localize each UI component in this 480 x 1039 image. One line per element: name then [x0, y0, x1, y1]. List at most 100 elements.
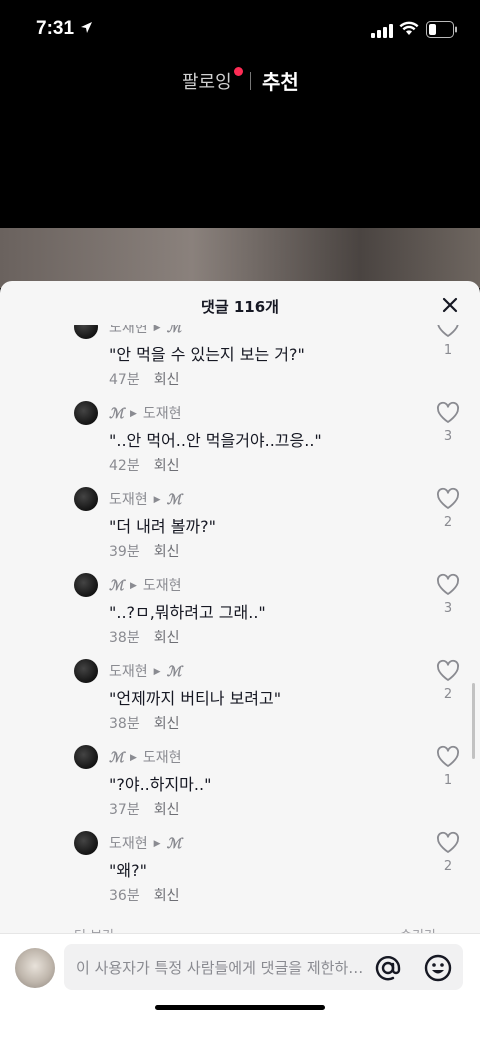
reply-button[interactable]: 회신 [154, 716, 180, 732]
like-count: 1 [443, 343, 453, 358]
tab-for-you[interactable]: 추천 [262, 66, 299, 95]
reply-to-user[interactable]: ℳ [167, 325, 182, 336]
like-count: 2 [443, 859, 453, 874]
tab-following[interactable]: 팔로잉 [182, 68, 232, 94]
reply-to-user[interactable]: ℳ [167, 836, 182, 852]
reply-button[interactable]: 회신 [154, 544, 180, 560]
comment-item[interactable]: 도재현 ▶ ℳ "왜?" 36분 회신 2 [0, 831, 480, 917]
comment-meta: 도재현 ▶ ℳ [109, 489, 182, 509]
comment-meta: ℳ ▶ 도재현 [109, 747, 182, 767]
reply-button[interactable]: 회신 [154, 888, 180, 904]
heart-icon[interactable] [436, 325, 460, 339]
avatar[interactable] [15, 948, 55, 988]
reply-arrow-icon: ▶ [129, 409, 137, 419]
like-button[interactable]: 3 [436, 573, 460, 616]
reply-to-user[interactable]: ℳ [167, 664, 182, 680]
reply-to-user[interactable]: 도재현 [143, 750, 182, 766]
like-count: 1 [443, 773, 453, 788]
reply-to-user[interactable]: 도재현 [143, 406, 182, 422]
comment-footer: 37분 회신 [109, 799, 179, 819]
heart-icon[interactable] [436, 487, 460, 511]
comment-time: 37분 [109, 802, 140, 818]
comment-author[interactable]: ℳ [109, 406, 124, 422]
comment-meta: ℳ ▶ 도재현 [109, 403, 182, 423]
reply-arrow-icon: ▶ [153, 667, 161, 677]
reply-button[interactable]: 회신 [154, 458, 180, 474]
comment-time: 38분 [109, 716, 140, 732]
avatar[interactable] [74, 573, 98, 597]
top-nav: 팔로잉 추천 [0, 66, 480, 96]
comment-item[interactable]: ℳ ▶ 도재현 "..?ㅁ,뭐하려고 그래.." 38분 회신 3 [0, 573, 480, 659]
comment-meta: 도재현 ▶ ℳ [109, 661, 182, 681]
comments-sheet: 댓글 116개 도재현 ▶ ℳ "안 먹을 수 있는지 보는 거?" 47분 회신 1 ℳ ▶ 도… [0, 281, 480, 1039]
nav-divider [250, 72, 251, 90]
comment-author[interactable]: 도재현 [109, 492, 148, 508]
status-bar: 7:31 [0, 0, 480, 60]
like-button[interactable]: 2 [436, 659, 460, 702]
live-indicator-dot [234, 67, 243, 76]
comment-item[interactable]: 도재현 ▶ ℳ "더 내려 볼까?" 39분 회신 2 [0, 487, 480, 573]
mention-at-icon[interactable] [374, 954, 402, 982]
comment-input-bar: 이 사용자가 특정 사람들에게 댓글을 제한하고 있습니다 [0, 933, 480, 1039]
comment-time: 42분 [109, 458, 140, 474]
comment-footer: 38분 회신 [109, 627, 179, 647]
comment-author[interactable]: 도재현 [109, 836, 148, 852]
avatar[interactable] [74, 487, 98, 511]
comment-time: 38분 [109, 630, 140, 646]
emoji-icon[interactable] [424, 954, 452, 982]
sheet-header: 댓글 116개 [0, 281, 480, 329]
video-background[interactable] [0, 228, 480, 288]
comment-item[interactable]: ℳ ▶ 도재현 "..안 먹어..안 먹을거야..끄응.." 42분 회신 3 [0, 401, 480, 487]
reply-arrow-icon: ▶ [153, 495, 161, 505]
comment-footer: 47분 회신 [109, 369, 179, 389]
reply-button[interactable]: 회신 [154, 630, 180, 646]
heart-icon[interactable] [436, 573, 460, 597]
comment-time: 47분 [109, 372, 140, 388]
comment-item[interactable]: 도재현 ▶ ℳ "안 먹을 수 있는지 보는 거?" 47분 회신 1 [0, 325, 480, 401]
comment-text: "안 먹을 수 있는지 보는 거?" [109, 345, 305, 364]
heart-icon[interactable] [436, 401, 460, 425]
avatar[interactable] [74, 659, 98, 683]
comment-input[interactable]: 이 사용자가 특정 사람들에게 댓글을 제한하고 있습니다 [64, 944, 463, 990]
comment-text: "언제까지 버티나 보려고" [109, 689, 282, 708]
like-button[interactable]: 3 [436, 401, 460, 444]
avatar[interactable] [74, 325, 98, 339]
comment-author[interactable]: ℳ [109, 750, 124, 766]
close-icon[interactable] [440, 295, 460, 315]
comments-count-title: 댓글 116개 [201, 298, 279, 316]
comment-author[interactable]: ℳ [109, 578, 124, 594]
heart-icon[interactable] [436, 659, 460, 683]
avatar[interactable] [74, 745, 98, 769]
avatar[interactable] [74, 831, 98, 855]
comment-author[interactable]: 도재현 [109, 325, 148, 336]
reply-button[interactable]: 회신 [154, 372, 180, 388]
comment-item[interactable]: 도재현 ▶ ℳ "언제까지 버티나 보려고" 38분 회신 2 [0, 659, 480, 745]
like-button[interactable]: 1 [436, 745, 460, 788]
avatar[interactable] [74, 401, 98, 425]
comment-text: "..?ㅁ,뭐하려고 그래.." [109, 603, 266, 622]
reply-arrow-icon: ▶ [153, 839, 161, 849]
comment-text: "더 내려 볼까?" [109, 517, 216, 536]
reply-button[interactable]: 회신 [154, 802, 180, 818]
like-count: 2 [443, 687, 453, 702]
comment-meta: 도재현 ▶ ℳ [109, 325, 182, 337]
like-count: 2 [443, 515, 453, 530]
like-button[interactable]: 2 [436, 487, 460, 530]
comment-author[interactable]: 도재현 [109, 664, 148, 680]
reply-arrow-icon: ▶ [129, 581, 137, 591]
comment-text: "왜?" [109, 861, 147, 880]
heart-icon[interactable] [436, 745, 460, 769]
comment-footer: 39분 회신 [109, 541, 179, 561]
reply-to-user[interactable]: 도재현 [143, 578, 182, 594]
heart-icon[interactable] [436, 831, 460, 855]
like-button[interactable]: 1 [436, 325, 460, 358]
home-indicator[interactable] [155, 1005, 325, 1010]
reply-arrow-icon: ▶ [153, 325, 161, 333]
comment-item[interactable]: ℳ ▶ 도재현 "?야..하지마.." 37분 회신 1 [0, 745, 480, 831]
scrollbar[interactable] [472, 683, 475, 759]
like-count: 3 [443, 429, 453, 444]
like-button[interactable]: 2 [436, 831, 460, 874]
reply-to-user[interactable]: ℳ [167, 492, 182, 508]
comment-meta: 도재현 ▶ ℳ [109, 833, 182, 853]
comment-list[interactable]: 도재현 ▶ ℳ "안 먹을 수 있는지 보는 거?" 47분 회신 1 ℳ ▶ 도재현 "..안 먹… [0, 325, 480, 930]
